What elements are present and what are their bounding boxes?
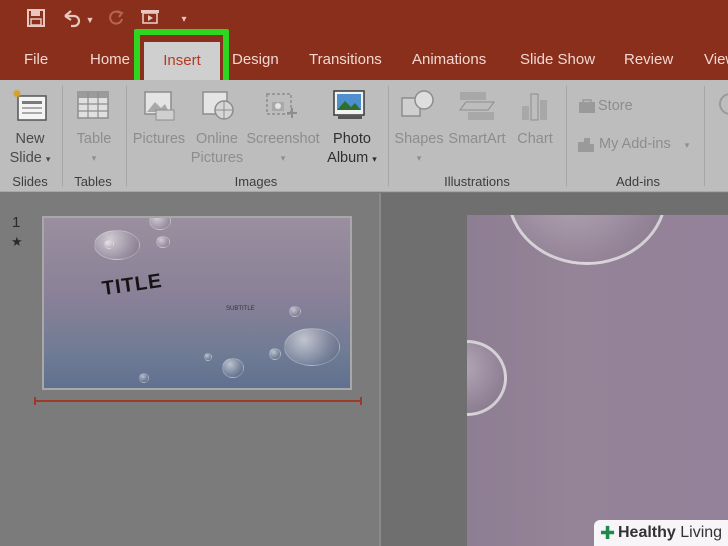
tab-design[interactable]: Design bbox=[232, 40, 279, 80]
ribbon-insert: ✹ New Slide ▾ Slides Table ▾ Tables Pict… bbox=[0, 80, 728, 192]
smartart-button[interactable]: SmartArt bbox=[446, 130, 508, 149]
group-label-tables: Tables bbox=[74, 174, 112, 189]
undo-dropdown-icon[interactable]: ▼ bbox=[84, 8, 96, 32]
save-icon[interactable] bbox=[24, 8, 48, 32]
my-addins-icon bbox=[576, 136, 596, 159]
store-icon bbox=[578, 98, 596, 119]
group-label-images: Images bbox=[234, 174, 278, 189]
chart-icon bbox=[518, 88, 552, 127]
store-button[interactable]: Store bbox=[598, 97, 633, 116]
pictures-icon bbox=[142, 88, 178, 127]
chart-button[interactable]: Chart bbox=[510, 130, 560, 149]
plus-logo-icon: ✚ bbox=[600, 523, 616, 543]
main-slide-canvas[interactable] bbox=[467, 215, 728, 546]
group-label-addins: Add-ins bbox=[615, 174, 661, 189]
redo-icon bbox=[104, 8, 128, 32]
online-pictures-button[interactable]: Online Pictures bbox=[190, 130, 244, 168]
thumbnail-subtitle-text: SUBTITLE bbox=[226, 306, 255, 312]
screenshot-icon bbox=[264, 88, 300, 127]
tab-animations[interactable]: Animations bbox=[412, 40, 486, 80]
tab-transitions[interactable]: Transitions bbox=[309, 40, 382, 80]
slide-transition-star-icon: ★ bbox=[11, 234, 23, 249]
new-slide-icon: ✹ bbox=[12, 87, 48, 129]
shapes-icon bbox=[400, 88, 436, 127]
slide-thumbnail[interactable]: TITLE SUBTITLE bbox=[42, 216, 352, 390]
links-icon bbox=[716, 88, 728, 127]
group-label-illustrations: Illustrations bbox=[444, 174, 510, 189]
table-icon bbox=[76, 88, 110, 127]
new-slide-button[interactable]: New Slide ▾ bbox=[4, 130, 56, 169]
smartart-icon bbox=[458, 88, 498, 127]
undo-icon[interactable] bbox=[60, 8, 84, 32]
quick-access-toolbar: ▼ ▾ bbox=[0, 0, 728, 40]
tab-view[interactable]: View bbox=[704, 40, 728, 80]
my-addins-button[interactable]: My Add-ins ▾ bbox=[599, 135, 689, 155]
photo-album-icon bbox=[332, 88, 368, 127]
online-pictures-icon bbox=[200, 88, 236, 127]
photo-album-button[interactable]: Photo Album ▾ bbox=[322, 130, 382, 169]
svg-text:✹: ✹ bbox=[12, 88, 22, 101]
group-label-slides: Slides bbox=[12, 174, 48, 189]
table-button[interactable]: Table ▾ bbox=[66, 130, 122, 168]
thumbnail-title-text: TITLE bbox=[100, 269, 164, 301]
tab-review[interactable]: Review bbox=[624, 40, 673, 80]
shapes-button[interactable]: Shapes ▾ bbox=[392, 130, 446, 168]
screenshot-button[interactable]: Screenshot ▾ bbox=[244, 130, 322, 168]
tab-file[interactable]: File bbox=[24, 40, 48, 80]
tab-slide-show[interactable]: Slide Show bbox=[520, 40, 595, 80]
watermark-logo: ✚ Healthy Living bbox=[594, 520, 728, 546]
tab-home[interactable]: Home bbox=[90, 40, 130, 80]
ribbon-tabs: File Home Insert Design Transitions Anim… bbox=[0, 40, 728, 80]
slide-insertion-cursor bbox=[34, 397, 362, 405]
slide-number: 1 bbox=[12, 214, 21, 231]
pictures-button[interactable]: Pictures bbox=[128, 130, 190, 149]
